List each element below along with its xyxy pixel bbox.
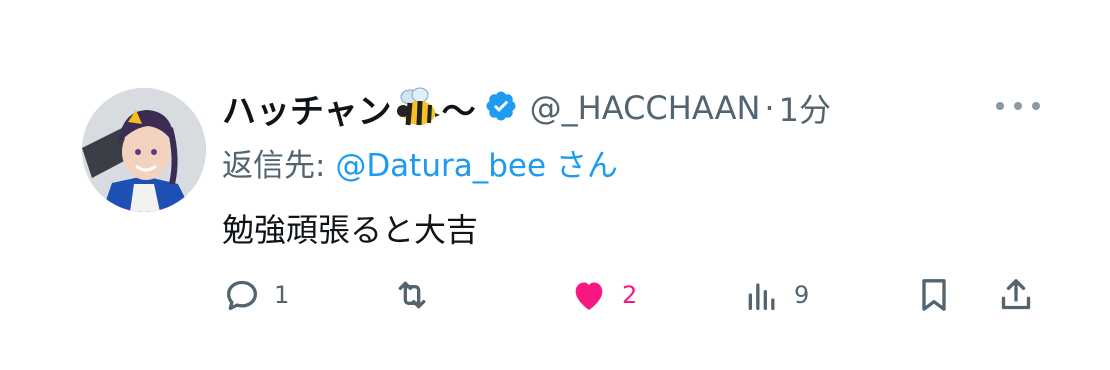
display-name-tilde: 〜 (441, 91, 476, 132)
more-dot (1014, 102, 1022, 110)
heart-icon (575, 282, 603, 310)
share-icon (1001, 279, 1031, 310)
reply-button[interactable]: 1 (222, 272, 289, 318)
reply-icon (227, 280, 257, 310)
like-count: 2 (622, 281, 638, 309)
more-dot (996, 102, 1004, 110)
bee-icon (394, 85, 440, 131)
user-handle[interactable]: @_HACCHAAN (530, 89, 761, 127)
reply-prefix: 返信先: (222, 148, 336, 184)
reply-count: 1 (274, 281, 290, 309)
share-button[interactable] (996, 272, 1036, 318)
more-icon[interactable] (996, 92, 1040, 120)
verified-badge-icon (476, 89, 518, 127)
separator-dot: · (764, 89, 775, 127)
more-dot (1032, 102, 1040, 110)
action-bar: 1 2 9 (0, 272, 1110, 318)
reply-handle-link[interactable]: @Datura_bee (335, 148, 546, 184)
timestamp[interactable]: 1分 (779, 85, 831, 131)
replying-to: 返信先: @Datura_bee さん (222, 140, 618, 185)
reply-suffix: さん (546, 148, 618, 184)
views-button[interactable]: 9 (742, 272, 809, 318)
bookmark-icon (922, 279, 946, 311)
views-icon (748, 283, 775, 310)
views-count: 9 (794, 281, 810, 309)
tweet-text: 勉強頑張ると大吉 (222, 211, 479, 249)
display-name[interactable]: ハッチャン (222, 84, 392, 133)
avatar-image (82, 88, 206, 212)
retweet-button[interactable] (392, 272, 444, 318)
like-button[interactable]: 2 (568, 272, 637, 318)
retweet-icon (398, 281, 426, 309)
avatar[interactable] (82, 88, 206, 212)
tweet-header: ハッチャン 〜 @_HACCHAAN · 1分 (222, 82, 831, 134)
bookmark-button[interactable] (914, 272, 954, 318)
